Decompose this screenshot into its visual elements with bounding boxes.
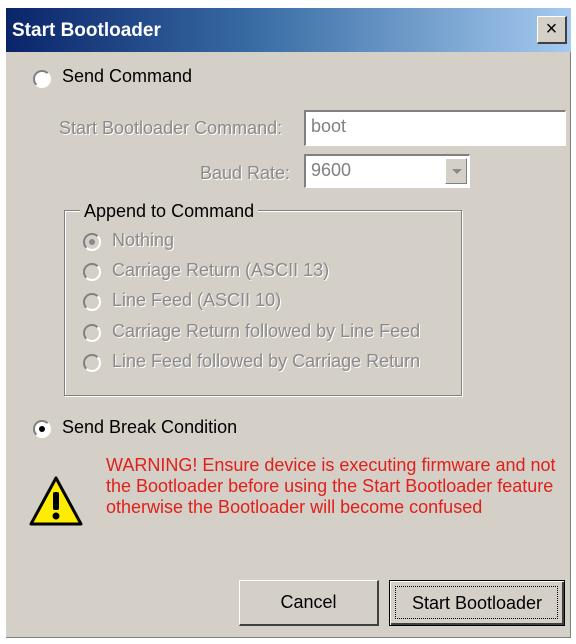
send-break-label[interactable]: Send Break Condition <box>62 417 237 438</box>
baud-rate-select[interactable]: 9600 <box>304 154 470 188</box>
send-command-radio[interactable] <box>33 70 51 88</box>
append-option-label[interactable]: Carriage Return (ASCII 13) <box>112 260 329 281</box>
start-bootloader-button[interactable]: Start Bootloader <box>389 580 565 626</box>
send-break-radio[interactable] <box>33 420 51 438</box>
append-group-label: Append to Command <box>80 201 259 222</box>
title-bar: Start Bootloader × <box>6 8 571 52</box>
command-input[interactable]: boot <box>304 110 566 146</box>
radio-selected-dot <box>39 426 45 432</box>
cancel-button[interactable]: Cancel <box>239 580 379 626</box>
close-button[interactable]: × <box>537 16 567 44</box>
send-command-label[interactable]: Send Command <box>62 66 192 87</box>
baud-rate-dropdown-button[interactable] <box>445 158 467 184</box>
append-carriage-return-radio[interactable] <box>83 263 101 281</box>
start-bootloader-dialog: Start Bootloader × Send Command Start Bo… <box>6 8 571 638</box>
append-option-label[interactable]: Line Feed followed by Carriage Return <box>112 351 420 372</box>
baud-rate-value: 9600 <box>311 160 352 180</box>
append-line-feed-radio[interactable] <box>83 293 101 311</box>
append-lf-cr-radio[interactable] <box>83 354 101 372</box>
close-icon: × <box>545 18 558 40</box>
append-option-label[interactable]: Line Feed (ASCII 10) <box>112 290 281 311</box>
command-field-label: Start Bootloader Command: <box>59 118 283 138</box>
append-cr-lf-radio[interactable] <box>83 324 101 342</box>
chevron-down-icon <box>452 169 462 174</box>
warning-text: WARNING! Ensure device is executing firm… <box>106 455 556 517</box>
radio-selected-dot <box>89 239 95 245</box>
window-title: Start Bootloader <box>12 20 161 41</box>
focus-rectangle <box>395 586 558 619</box>
append-option-label[interactable]: Carriage Return followed by Line Feed <box>112 321 420 342</box>
append-nothing-radio[interactable] <box>83 233 101 251</box>
warning-icon <box>29 476 83 526</box>
append-option-label[interactable]: Nothing <box>112 230 174 251</box>
command-input-value: boot <box>311 116 347 136</box>
baud-rate-label: Baud Rate: <box>200 163 291 183</box>
